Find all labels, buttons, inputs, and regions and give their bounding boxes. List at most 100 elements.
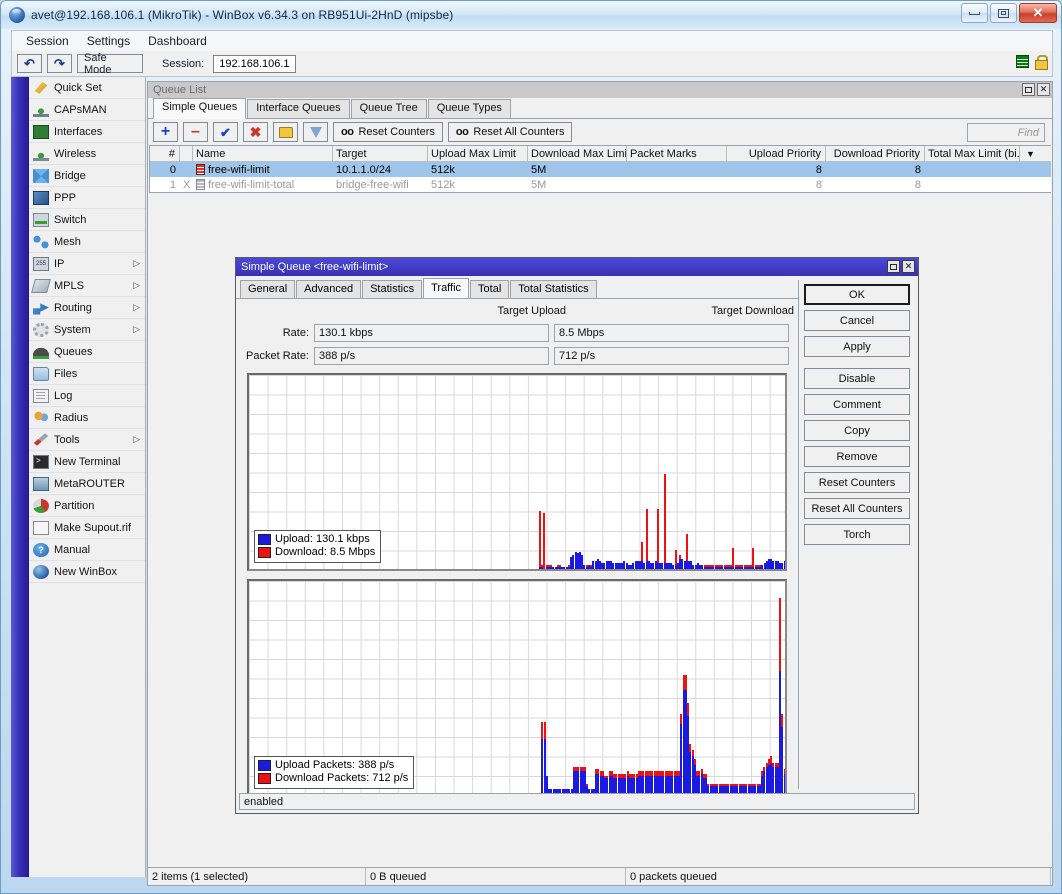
apply-button[interactable]: Apply: [804, 336, 910, 357]
reset-counters-button[interactable]: Reset Counters: [804, 472, 910, 493]
reset-all-counters-button[interactable]: oo Reset All Counters: [448, 122, 573, 142]
menu-item-session[interactable]: Session: [18, 32, 77, 50]
enable-queue-button[interactable]: ✔: [213, 122, 238, 142]
minimize-button[interactable]: [961, 3, 988, 23]
column-header[interactable]: Upload Priority: [727, 146, 826, 161]
packet-rate-download-field[interactable]: 712 p/s: [554, 347, 789, 365]
dialog-tab-total[interactable]: Total: [470, 280, 509, 298]
sidebar-item-make-supout-rif[interactable]: Make Supout.rif: [29, 517, 145, 539]
simple-queue-dialog: Simple Queue <free-wifi-limit> ✕ General…: [235, 257, 919, 814]
dialog-tab-statistics[interactable]: Statistics: [362, 280, 422, 298]
tab-simple-queues[interactable]: Simple Queues: [153, 98, 246, 119]
redo-button[interactable]: ↷: [47, 54, 72, 73]
menu-item-settings[interactable]: Settings: [79, 32, 138, 50]
cell-flag: X: [180, 177, 193, 192]
sidebar-item-interfaces[interactable]: Interfaces: [29, 121, 145, 143]
sidebar-item-ppp[interactable]: PPP: [29, 187, 145, 209]
reset-counters-button[interactable]: oo Reset Counters: [333, 122, 443, 142]
sidebar-item-bridge[interactable]: Bridge: [29, 165, 145, 187]
interfaces-icon: [33, 125, 49, 139]
sidebar-item-radius[interactable]: Radius: [29, 407, 145, 429]
maximize-button[interactable]: [990, 3, 1017, 23]
torch-button[interactable]: Torch: [804, 524, 910, 545]
dialog-tab-advanced[interactable]: Advanced: [296, 280, 361, 298]
ok-button[interactable]: OK: [804, 284, 910, 305]
cell-pad: [1020, 162, 1038, 177]
sidebar-item-label: CAPsMAN: [54, 104, 135, 116]
queue-list-close-button[interactable]: ✕: [1037, 83, 1050, 96]
remove-queue-button[interactable]: –: [183, 122, 208, 142]
tab-queue-types[interactable]: Queue Types: [428, 99, 511, 118]
sidebar-item-switch[interactable]: Switch: [29, 209, 145, 231]
safe-mode-button[interactable]: Safe Mode: [77, 54, 143, 73]
reset-counters-label: Reset Counters: [358, 126, 434, 138]
packet-rate-label: Packet Rate:: [236, 350, 314, 362]
cross-icon: ✖: [250, 125, 262, 139]
sidebar-item-manual[interactable]: ?Manual: [29, 539, 145, 561]
comment-button[interactable]: [273, 122, 298, 142]
close-button[interactable]: ✕: [1019, 3, 1057, 23]
sidebar-item-ip[interactable]: 255IP▷: [29, 253, 145, 275]
sidebar-item-partition[interactable]: Partition: [29, 495, 145, 517]
column-header[interactable]: [180, 146, 193, 161]
download-bar: [664, 474, 666, 569]
column-header[interactable]: Download Priority: [826, 146, 925, 161]
sidebar-item-capsman[interactable]: CAPsMAN: [29, 99, 145, 121]
column-chooser-dropdown-icon[interactable]: ▼: [1020, 146, 1038, 161]
add-queue-button[interactable]: +: [153, 122, 178, 142]
status-cell: 2 items (1 selected): [148, 868, 366, 885]
column-header[interactable]: #: [150, 146, 180, 161]
sidebar-item-mpls[interactable]: MPLS▷: [29, 275, 145, 297]
column-header[interactable]: Upload Max Limit: [428, 146, 528, 161]
sidebar-item-new-winbox[interactable]: New WinBox: [29, 561, 145, 583]
system-icon: [33, 323, 49, 337]
table-row[interactable]: 0free-wifi-limit10.1.1.0/24512k5M88: [150, 162, 1051, 177]
sidebar-item-label: IP: [54, 258, 128, 270]
dialog-tab-traffic[interactable]: Traffic: [423, 278, 469, 298]
tab-interface-queues[interactable]: Interface Queues: [247, 99, 349, 118]
queue-list-restore-button[interactable]: [1022, 83, 1035, 96]
dialog-close-button[interactable]: ✕: [902, 260, 915, 273]
table-row[interactable]: 1Xfree-wifi-limit-totalbridge-free-wifi5…: [150, 177, 1051, 192]
cancel-button[interactable]: Cancel: [804, 310, 910, 331]
column-header[interactable]: Target: [333, 146, 428, 161]
column-header[interactable]: Packet Marks: [627, 146, 727, 161]
comment-button[interactable]: Comment: [804, 394, 910, 415]
session-address-field[interactable]: 192.168.106.1: [213, 55, 295, 73]
remove-button[interactable]: Remove: [804, 446, 910, 467]
disable-queue-button[interactable]: ✖: [243, 122, 268, 142]
column-header[interactable]: Total Max Limit (bi...: [925, 146, 1020, 161]
sidebar-item-new-terminal[interactable]: New Terminal: [29, 451, 145, 473]
tab-queue-tree[interactable]: Queue Tree: [351, 99, 427, 118]
find-input[interactable]: Find: [967, 123, 1045, 142]
reset-all-counters-button[interactable]: Reset All Counters: [804, 498, 910, 519]
column-header[interactable]: Name: [193, 146, 333, 161]
window-titlebar: avet@192.168.106.1 (MikroTik) - WinBox v…: [1, 1, 1061, 29]
sidebar-item-files[interactable]: Files: [29, 363, 145, 385]
sidebar-item-queues[interactable]: Queues: [29, 341, 145, 363]
menu-item-dashboard[interactable]: Dashboard: [140, 32, 215, 50]
log-icon: [33, 389, 49, 403]
sidebar-item-quick-set[interactable]: Quick Set: [29, 77, 145, 99]
packet-rate-upload-field[interactable]: 388 p/s: [314, 347, 549, 365]
session-label: Session:: [162, 58, 204, 70]
dialog-restore-button[interactable]: [887, 260, 900, 273]
rate-upload-field[interactable]: 130.1 kbps: [314, 324, 549, 342]
sidebar-item-metarouter[interactable]: MetaROUTER: [29, 473, 145, 495]
dialog-tab-total-statistics[interactable]: Total Statistics: [510, 280, 596, 298]
cell-num: 1: [150, 177, 180, 192]
disable-button[interactable]: Disable: [804, 368, 910, 389]
filter-button[interactable]: [303, 122, 328, 142]
sidebar-item-tools[interactable]: Tools▷: [29, 429, 145, 451]
sidebar-item-routing[interactable]: Routing▷: [29, 297, 145, 319]
copy-button[interactable]: Copy: [804, 420, 910, 441]
sidebar-item-log[interactable]: Log: [29, 385, 145, 407]
column-header[interactable]: Download Max Limit: [528, 146, 627, 161]
dialog-button-column: OK Cancel Apply Disable Comment Copy Remove Res…: [798, 280, 918, 789]
rate-download-field[interactable]: 8.5 Mbps: [554, 324, 789, 342]
sidebar-item-mesh[interactable]: Mesh: [29, 231, 145, 253]
sidebar-item-wireless[interactable]: Wireless: [29, 143, 145, 165]
undo-button[interactable]: ↶: [17, 54, 42, 73]
sidebar-item-system[interactable]: System▷: [29, 319, 145, 341]
dialog-tab-general[interactable]: General: [240, 280, 295, 298]
